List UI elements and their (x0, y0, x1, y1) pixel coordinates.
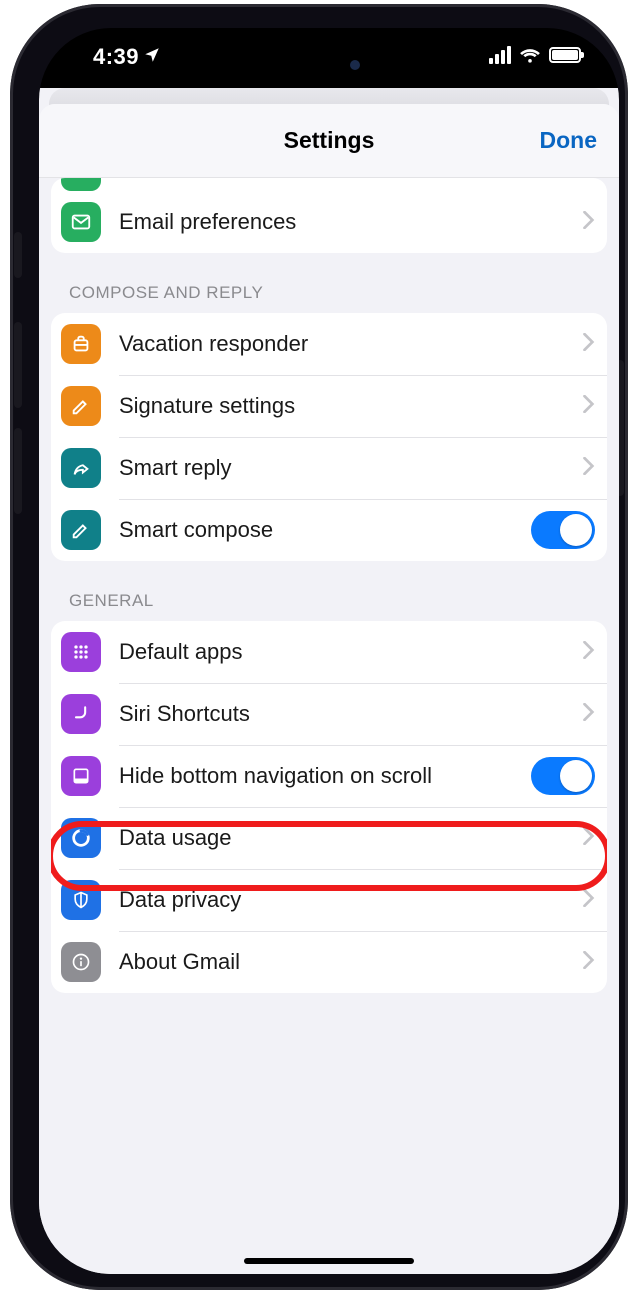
row-smart-compose[interactable]: Smart compose (51, 499, 607, 561)
row-default-apps[interactable]: Default apps (51, 621, 607, 683)
curve-icon (61, 694, 101, 734)
row-vacation-responder[interactable]: Vacation responder (51, 313, 607, 375)
reply-icon (61, 448, 101, 488)
chevron-right-icon (583, 641, 595, 664)
group-general: Default apps Siri Shortcuts (51, 621, 607, 993)
row-about-gmail[interactable]: About Gmail (51, 931, 607, 993)
page-title: Settings (284, 127, 375, 154)
previous-group-tail: Email preferences (51, 178, 607, 253)
chevron-right-icon (583, 951, 595, 974)
cell-signal-icon (489, 46, 511, 64)
pencil-icon (61, 386, 101, 426)
grid-icon (61, 632, 101, 672)
row-smart-reply[interactable]: Smart reply (51, 437, 607, 499)
wifi-icon (519, 46, 541, 64)
location-icon (143, 44, 161, 70)
row-label: Vacation responder (119, 330, 565, 358)
home-indicator (244, 1258, 414, 1264)
time-text: 4:39 (93, 44, 139, 70)
group-header-general: GENERAL (51, 561, 607, 621)
chevron-right-icon (583, 395, 595, 418)
sheet-header: Settings Done (39, 104, 619, 178)
smart-compose-toggle[interactable] (531, 511, 595, 549)
previous-row-icon-slice (61, 178, 101, 191)
phone-frame: 4:39 Settings (10, 4, 628, 1290)
row-label: Siri Shortcuts (119, 700, 565, 728)
status-time: 4:39 (93, 44, 161, 70)
volume-down-button (14, 428, 22, 514)
row-label: About Gmail (119, 948, 565, 976)
row-data-privacy[interactable]: Data privacy (51, 869, 607, 931)
settings-scroll[interactable]: Email preferences COMPOSE AND REPLY (39, 178, 619, 1274)
mail-icon (61, 202, 101, 242)
modal-background: Settings Done Email preferences (39, 88, 619, 1274)
shield-icon (61, 880, 101, 920)
mute-switch (14, 232, 22, 278)
chevron-right-icon (583, 827, 595, 850)
battery-icon (549, 47, 581, 63)
row-email-preferences[interactable]: Email preferences (51, 191, 607, 253)
group-compose: Vacation responder Signature settings (51, 313, 607, 561)
row-label: Signature settings (119, 392, 565, 420)
hide-bottom-nav-toggle[interactable] (531, 757, 595, 795)
row-label: Data usage (119, 824, 565, 852)
group-header-compose: COMPOSE AND REPLY (51, 253, 607, 313)
done-button[interactable]: Done (540, 104, 598, 177)
chevron-right-icon (583, 889, 595, 912)
chevron-right-icon (583, 457, 595, 480)
panel-icon (61, 756, 101, 796)
row-label: Smart reply (119, 454, 565, 482)
row-hide-bottom-nav[interactable]: Hide bottom navigation on scroll (51, 745, 607, 807)
status-bar: 4:39 (39, 28, 619, 88)
settings-sheet: Settings Done Email preferences (39, 104, 619, 1274)
row-label: Email preferences (119, 208, 565, 236)
phone-screen: 4:39 Settings (39, 28, 619, 1274)
row-siri-shortcuts[interactable]: Siri Shortcuts (51, 683, 607, 745)
info-icon (61, 942, 101, 982)
chevron-right-icon (583, 703, 595, 726)
row-data-usage[interactable]: Data usage (51, 807, 607, 869)
chevron-right-icon (583, 333, 595, 356)
ring-icon (61, 818, 101, 858)
row-label: Default apps (119, 638, 565, 666)
row-label: Smart compose (119, 516, 513, 544)
row-label: Data privacy (119, 886, 565, 914)
suitcase-icon (61, 324, 101, 364)
row-signature-settings[interactable]: Signature settings (51, 375, 607, 437)
chevron-right-icon (583, 211, 595, 234)
edit-icon (61, 510, 101, 550)
row-label: Hide bottom navigation on scroll (119, 762, 513, 790)
volume-up-button (14, 322, 22, 408)
